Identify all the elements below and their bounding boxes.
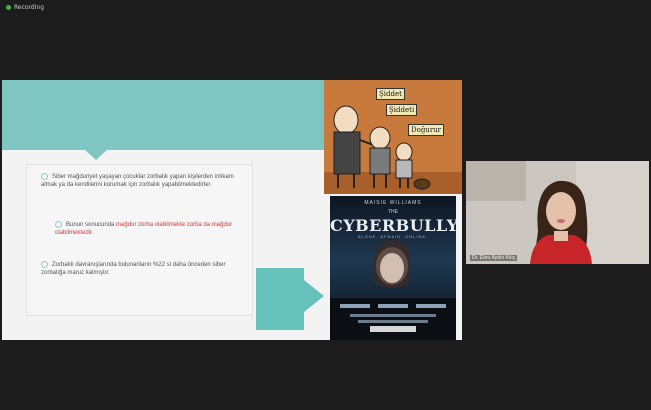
slide-bullet-3-text: Zorbalık davranışlarında bulunanların %2… xyxy=(41,262,226,277)
slide-bullet-1-text: Siber mağduriyet yaşayan çocuklar zorbal… xyxy=(41,174,234,189)
cartoon-sign-2: Şiddeti xyxy=(386,104,418,116)
violence-cartoon-image: Şiddet Şiddeti Doğurur xyxy=(324,80,462,194)
shared-screen: Siber mağduriyet yaşayan çocuklar zorbal… xyxy=(2,80,462,340)
slide-text-box: Siber mağduriyet yaşayan çocuklar zorbal… xyxy=(26,164,253,316)
slide-arrow-icon xyxy=(304,280,324,312)
cartoon-sign-1: Şiddet xyxy=(376,88,405,100)
poster-title-small: THE xyxy=(388,209,398,215)
recording-label: Recording xyxy=(14,4,45,11)
poster-title: CYBERBULLY xyxy=(330,216,456,235)
cartoon-sign-3: Doğurur xyxy=(408,124,445,136)
bullet-circle-icon xyxy=(55,221,62,228)
slide-bullet-2: Bunun sonucunda mağdur zorba olabilmekte… xyxy=(55,221,235,237)
recording-indicator[interactable]: Recording xyxy=(6,4,44,11)
participant-video-frame xyxy=(466,161,649,264)
bullet-circle-icon xyxy=(41,173,48,180)
meeting-top-bar: Recording xyxy=(0,0,651,22)
slide-teal-box xyxy=(256,268,304,330)
poster-tagline: ALONE. AFRAID. ONLINE. xyxy=(357,234,429,239)
slide-header-notch xyxy=(84,149,108,160)
slide-bullet-2-text: Bunun sonucunda xyxy=(66,222,117,229)
participant-name: Dr. Ebru Aydın Kılıç xyxy=(470,255,518,261)
bullet-circle-icon xyxy=(41,261,48,268)
poster-actor: MAISIE WILLIAMS xyxy=(364,200,422,206)
cyberbully-poster-image: MAISIE WILLIAMS THE CYBERBULLY ALONE. AF… xyxy=(330,196,456,340)
participant-video[interactable]: Dr. Ebru Aydın Kılıç xyxy=(466,161,649,264)
slide-header-band xyxy=(2,80,324,150)
slide-bullet-1: Siber mağduriyet yaşayan çocuklar zorbal… xyxy=(41,173,241,189)
slide-bullet-3: Zorbalık davranışlarında bulunanların %2… xyxy=(41,261,241,277)
recording-icon xyxy=(6,5,11,10)
